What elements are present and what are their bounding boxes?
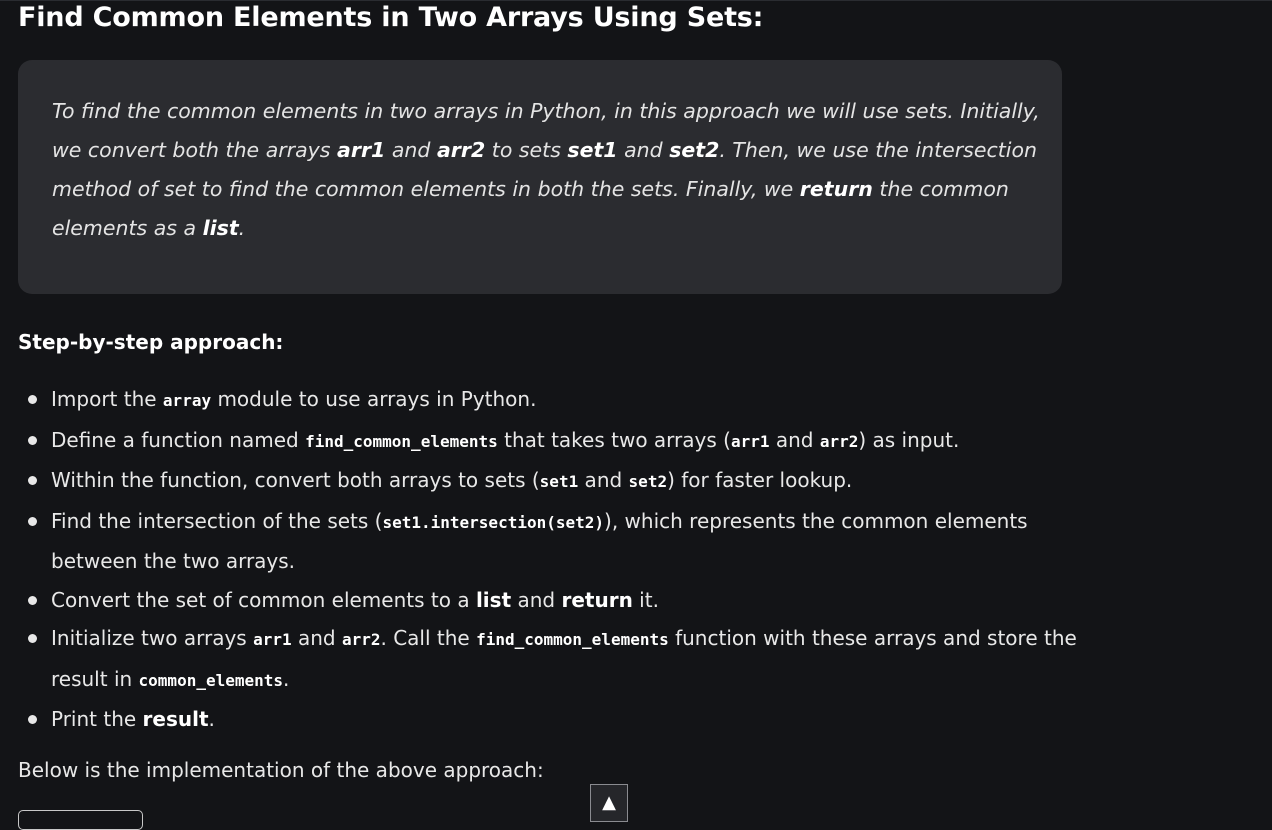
bullet-icon <box>28 595 37 605</box>
steps-heading: Step-by-step approach: <box>18 330 284 354</box>
list-item: Within the function, convert both arrays… <box>18 461 1078 502</box>
implementation-intro: Below is the implementation of the above… <box>18 758 544 782</box>
arrow-up-icon: ▲ <box>602 792 616 813</box>
list-item: Initialize two arrays arr1 and arr2. Cal… <box>18 619 1078 700</box>
bullet-icon <box>28 715 37 724</box>
list-item: Find the intersection of the sets (set1.… <box>18 502 1078 581</box>
callout-text: To find the common elements in two array… <box>52 99 1040 240</box>
section-title: Find Common Elements in Two Arrays Using… <box>18 2 764 33</box>
return-term: return <box>799 177 873 201</box>
steps-list: Import the array module to use arrays in… <box>18 380 1078 739</box>
set2-term: set2 <box>669 138 720 162</box>
approach-callout: To find the common elements in two array… <box>18 60 1062 294</box>
list-item: Import the array module to use arrays in… <box>18 380 1078 421</box>
bullet-icon <box>28 435 37 445</box>
bullet-icon <box>28 476 37 485</box>
list-term: list <box>202 216 239 240</box>
bullet-icon <box>28 634 37 643</box>
code-language-tab[interactable] <box>18 810 143 830</box>
list-item: Define a function named find_common_elem… <box>18 421 1078 462</box>
list-item: Convert the set of common elements to a … <box>18 581 1078 620</box>
top-divider <box>0 0 1272 1</box>
arr2-term: arr2 <box>436 138 486 162</box>
scroll-to-top-button[interactable]: ▲ <box>590 784 628 822</box>
list-item: Print the result. <box>18 700 1078 739</box>
set1-term: set1 <box>567 138 618 162</box>
arr1-term: arr1 <box>337 138 386 162</box>
bullet-icon <box>28 516 37 526</box>
bullet-icon <box>28 395 37 404</box>
